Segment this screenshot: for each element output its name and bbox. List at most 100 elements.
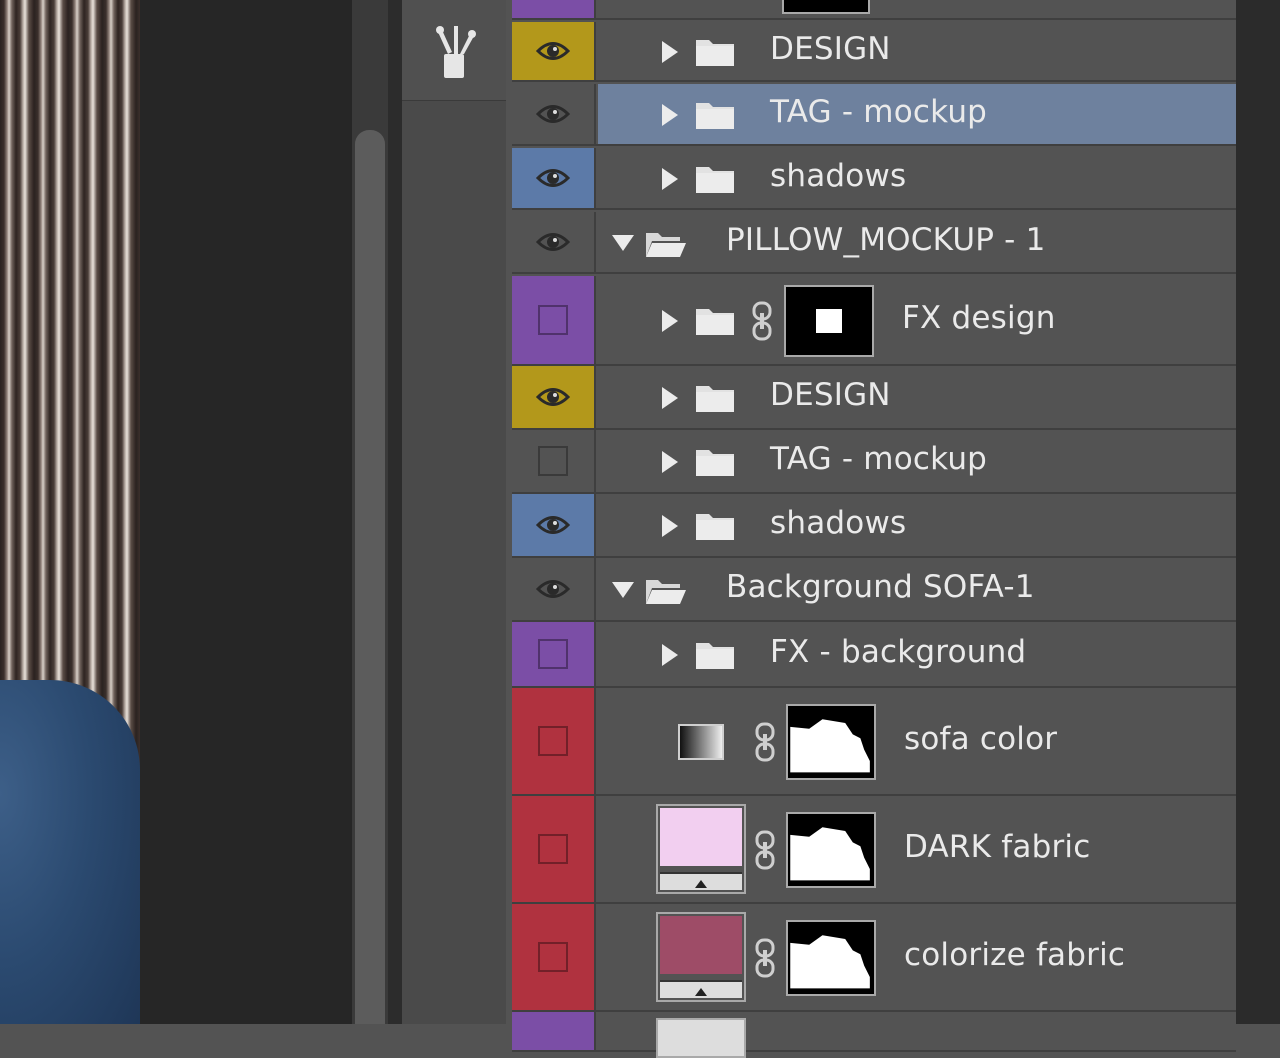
layer-name-area[interactable]: Background SOFA-1 [598, 558, 1236, 620]
layer-visibility-toggle[interactable] [512, 276, 596, 364]
hidden-visibility-box [538, 639, 568, 669]
layer-name: DESIGN [770, 377, 891, 413]
layer-row-partial[interactable] [512, 1012, 1236, 1058]
expand-arrow-icon[interactable] [662, 310, 678, 332]
layer-row[interactable]: DESIGN [512, 366, 1236, 430]
layer-row[interactable]: shadows [512, 494, 1236, 558]
fill-color-swatch[interactable] [656, 804, 746, 894]
layer-name-area[interactable]: DESIGN [598, 22, 1236, 80]
folder-icon [696, 514, 734, 540]
layer-row[interactable]: sofa color [512, 688, 1236, 796]
layer-name: TAG - mockup [770, 94, 988, 130]
fill-color-swatch[interactable] [656, 912, 746, 1002]
layer-row[interactable]: TAG - mockup [512, 430, 1236, 494]
layer-row[interactable]: PILLOW_MOCKUP - 1 [512, 212, 1236, 274]
hidden-visibility-box [538, 726, 568, 756]
layer-visibility-toggle[interactable] [512, 494, 596, 556]
toolstrip-button[interactable] [402, 0, 506, 101]
expand-arrow-icon[interactable] [662, 644, 678, 666]
layer-mask-thumbnail[interactable] [786, 704, 876, 780]
expand-arrow-icon[interactable] [662, 387, 678, 409]
layer-name-area[interactable]: FX design [598, 276, 1236, 364]
gradient-map-icon[interactable] [678, 724, 724, 760]
layer-row[interactable]: DARK fabric [512, 796, 1236, 904]
canvas-scrollbar-thumb[interactable] [355, 130, 385, 1024]
hidden-visibility-box [538, 834, 568, 864]
sofa-image [0, 680, 140, 1024]
layer-name: FX design [902, 300, 1056, 336]
layer-row[interactable]: DESIGN [512, 22, 1236, 82]
layer-name: colorize fabric [904, 937, 1126, 973]
eye-icon [536, 580, 570, 598]
eye-icon [536, 169, 570, 187]
layer-row[interactable]: FX - background [512, 622, 1236, 688]
layer-name: shadows [770, 505, 907, 541]
folder-icon [696, 386, 734, 412]
link-chain-icon[interactable] [753, 722, 777, 762]
layer-row[interactable]: FX design [512, 276, 1236, 366]
layer-mask-thumbnail[interactable] [786, 812, 876, 888]
layer-visibility-toggle[interactable] [512, 212, 596, 272]
layer-visibility-toggle[interactable] [512, 904, 596, 1010]
layer-name-area[interactable]: shadows [598, 148, 1236, 208]
link-chain-icon[interactable] [753, 938, 777, 978]
layer-visibility-toggle[interactable] [512, 688, 596, 794]
layer-row[interactable]: Background SOFA-1 [512, 558, 1236, 622]
hidden-visibility-box [538, 305, 568, 335]
layer-row-partial[interactable] [512, 0, 1236, 20]
layer-visibility-toggle[interactable] [512, 84, 596, 144]
folder-icon [696, 167, 734, 193]
layer-name: DARK fabric [904, 829, 1091, 865]
link-chain-icon[interactable] [753, 830, 777, 870]
expand-arrow-icon[interactable] [662, 515, 678, 537]
layer-visibility-toggle[interactable] [512, 366, 596, 428]
hidden-visibility-box [538, 446, 568, 476]
document-canvas[interactable] [0, 0, 140, 1024]
hidden-visibility-box [538, 942, 568, 972]
layer-row[interactable]: TAG - mockup [512, 84, 1236, 146]
layer-mask-thumbnail[interactable] [784, 285, 874, 357]
layer-name-area[interactable]: shadows [598, 494, 1236, 556]
layer-name-area[interactable]: PILLOW_MOCKUP - 1 [598, 212, 1236, 272]
layer-visibility-toggle[interactable] [512, 148, 596, 208]
layer-row[interactable]: shadows [512, 148, 1236, 210]
eye-icon [536, 105, 570, 123]
layer-name-area[interactable]: TAG - mockup [598, 430, 1236, 492]
brush-settings-icon [436, 26, 476, 78]
layer-visibility-toggle[interactable] [512, 22, 596, 80]
layer-name-area[interactable]: DARK fabric [598, 796, 1236, 902]
link-chain-icon[interactable] [750, 301, 774, 341]
layer-name-area[interactable]: colorize fabric [598, 904, 1236, 1010]
layers-panel: DESIGN TAG - mockup shadows PILLOW_MOCKUP -… [506, 0, 1236, 1058]
canvas-pasteboard [140, 0, 352, 1024]
collapse-arrow-icon[interactable] [612, 582, 634, 598]
open-folder-icon [646, 233, 686, 257]
layer-name: PILLOW_MOCKUP - 1 [726, 222, 1046, 258]
panel-divider [388, 0, 402, 1024]
folder-icon [696, 450, 734, 476]
panel-toolstrip [402, 0, 507, 1024]
expand-arrow-icon[interactable] [662, 41, 678, 63]
layer-mask-thumbnail[interactable] [786, 920, 876, 996]
layer-row[interactable]: colorize fabric [512, 904, 1236, 1012]
expand-arrow-icon[interactable] [662, 451, 678, 473]
layer-name-area[interactable]: TAG - mockup [598, 84, 1236, 144]
expand-arrow-icon[interactable] [662, 104, 678, 126]
collapse-arrow-icon[interactable] [612, 235, 634, 251]
layer-name: TAG - mockup [770, 441, 988, 477]
eye-icon [536, 42, 570, 60]
eye-icon [536, 388, 570, 406]
layer-visibility-toggle[interactable] [512, 796, 596, 902]
layer-name: Background SOFA-1 [726, 569, 1035, 605]
folder-icon [696, 643, 734, 669]
folder-icon [696, 40, 734, 66]
layer-visibility-toggle[interactable] [512, 558, 596, 620]
layer-name-area[interactable]: sofa color [598, 688, 1236, 794]
layer-name-area[interactable]: FX - background [598, 622, 1236, 686]
open-folder-icon [646, 580, 686, 604]
layer-visibility-toggle[interactable] [512, 430, 596, 492]
eye-icon [536, 516, 570, 534]
layer-visibility-toggle[interactable] [512, 622, 596, 686]
expand-arrow-icon[interactable] [662, 168, 678, 190]
layer-name-area[interactable]: DESIGN [598, 366, 1236, 428]
